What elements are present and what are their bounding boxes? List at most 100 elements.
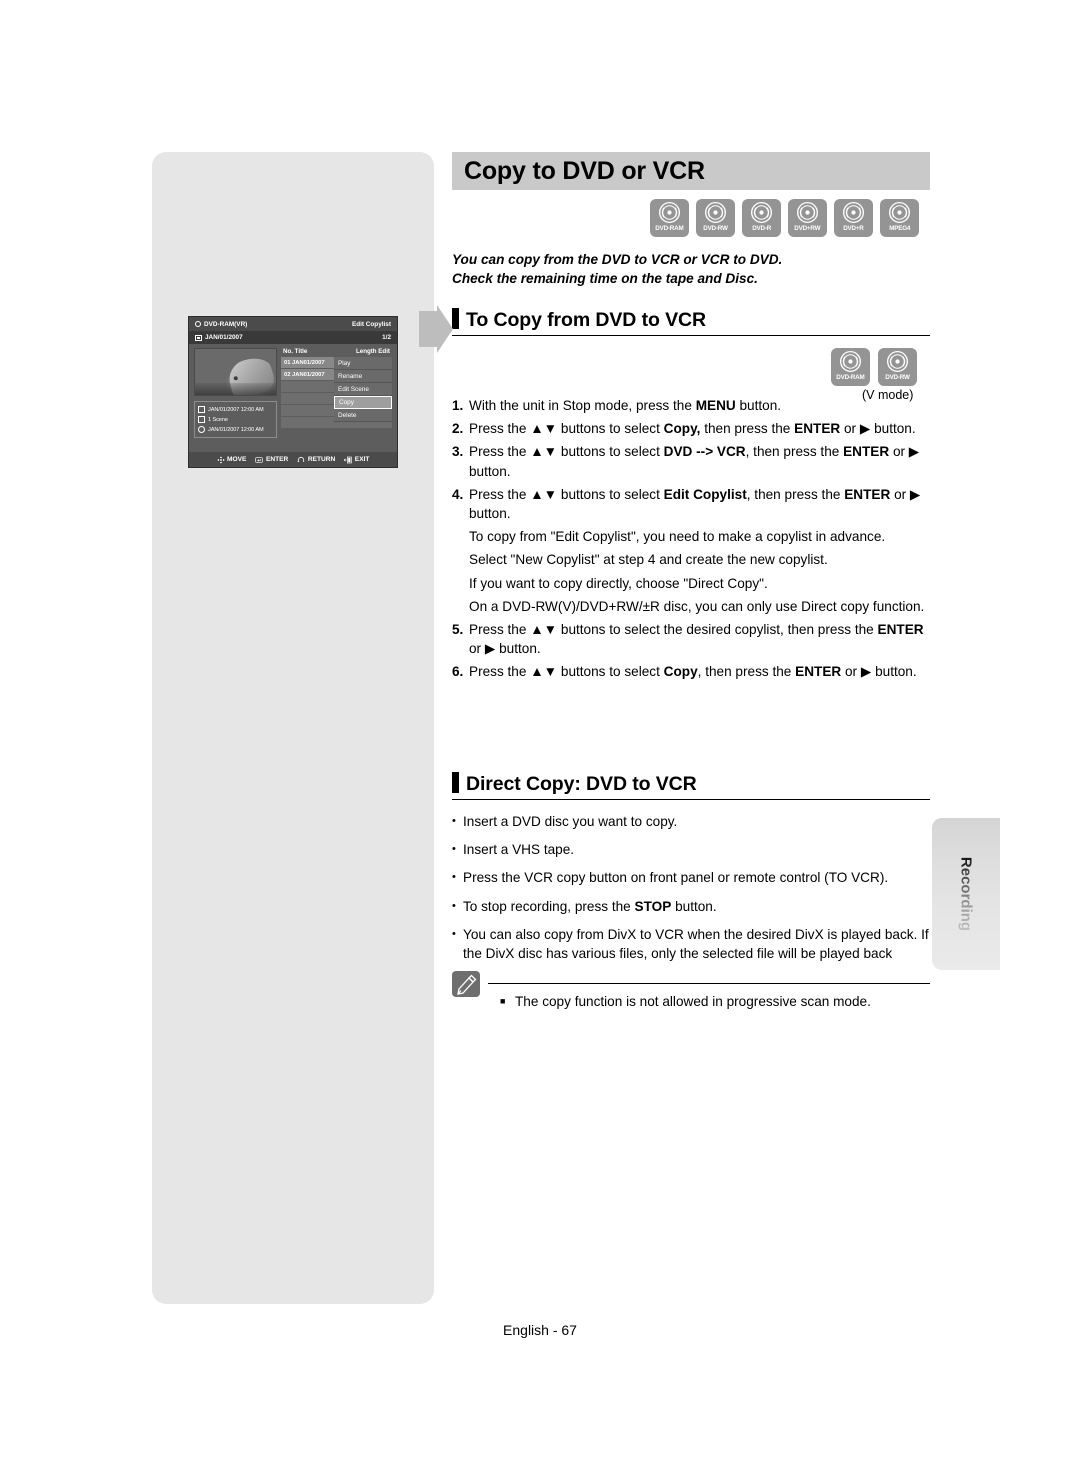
disc-label: MPEG4 [889,225,910,232]
osd-body: JAN/01/2007 12:00 AM 1 Scene JAN/01/2007 1… [189,344,397,454]
thumbnail-image [194,348,277,396]
procedure-step: 6. Press the ▲▼ buttons to select Copy, t… [452,662,932,681]
step-number: 4. [452,486,464,502]
osd-list-column: No. Title Length Edit 01 JAN01/2007 02 JA… [281,348,392,454]
osd-info-text: JAN/01/2007 12:00 AM [208,426,264,433]
note-item: ■ The copy function is not allowed in pr… [500,992,930,1011]
heading-rule [452,335,930,336]
osd-info-row: JAN/01/2007 12:00 AM [198,425,273,435]
bullet-item: • Insert a DVD disc you want to copy. [452,812,932,831]
disc-icon [195,321,201,327]
osd-mode-title: Edit Copylist [351,320,391,328]
bullet-dot-icon: • [452,843,456,856]
osd-menu-item-copy[interactable]: Copy [334,396,392,409]
step-explanation: Select "New Copylist" at step 4 and crea… [469,552,828,568]
disc-label: DVD-RW [703,225,728,232]
bullet-text: You can also copy from DivX to VCR when … [463,926,929,962]
bullet-text: Press the VCR copy button on front panel… [463,870,889,886]
osd-key-label: EXIT [354,456,370,463]
step-text: Press the ▲▼ buttons to select Copy, the… [469,421,916,437]
heading-marker [452,772,459,793]
page-title-bar: Copy to DVD or VCR [452,152,930,190]
disc-label: DVD-R [752,225,771,232]
step-text: Press the ▲▼ buttons to select DVD --> V… [469,444,920,479]
heading-marker [452,308,459,329]
procedure-step: 2. Press the ▲▼ buttons to select Copy, t… [452,419,932,438]
disc-label: DVD-RAM [836,374,865,381]
calendar-icon [198,406,205,413]
bullet-dot-icon: • [452,815,456,827]
osd-menu-item-rename[interactable]: Rename [334,370,392,383]
osd-info-row: 1 Scene [198,415,273,425]
osd-key-label: MOVE [227,456,247,463]
osd-col-left: No. Title [283,348,308,355]
dvd-ram-icon: DVD-RAM [650,199,689,237]
step-number: 1. [452,398,464,413]
disc-compatibility-row: DVD-RAM DVD-RW DVD-R DVD+RW DVD+R MPEG4 [650,199,919,237]
side-tab-label: Recording [957,856,975,932]
intro-line-1: You can copy from the DVD to VCR or VCR … [452,252,783,267]
bullet-item: • Insert a VHS tape. [452,840,932,859]
osd-key-label: RETURN [307,456,336,463]
step-text: With the unit in Stop mode, press the ME… [469,398,782,413]
tape-icon [195,334,202,341]
osd-menu-item-edit-scene[interactable]: Edit Scene [334,383,392,396]
osd-date-bar: JAN/01/2007 1/2 [189,331,397,344]
page-title: Copy to DVD or VCR [464,156,705,185]
bullet-item: • To stop recording, press the STOP butto… [452,897,932,916]
page-footer: English - 67 [503,1322,577,1338]
procedure-steps: 1. With the unit in Stop mode, press the … [452,396,932,686]
step-explanation: On a DVD-RW(V)/DVD+RW/±R disc, you can o… [469,598,925,614]
step-number: 5. [452,622,464,638]
bullet-text: Insert a VHS tape. [463,842,575,858]
note-box: ■ The copy function is not allowed in pr… [452,971,930,1011]
bullet-dot-icon: • [452,899,456,912]
procedure-step: 3. Press the ▲▼ buttons to select DVD -->… [452,442,932,480]
intro-line-2: Check the remaining time on the tape and… [452,271,758,286]
step-text: Press the ▲▼ buttons to select Edit Copy… [469,486,921,522]
osd-key-enter: ENTER [255,456,288,464]
step-number: 3. [452,444,464,460]
osd-info-box: JAN/01/2007 12:00 AM 1 Scene JAN/01/2007 1… [194,401,277,438]
step-number: 2. [452,421,464,437]
osd-list-header: No. Title Length Edit [281,348,392,357]
dvd-plus-rw-icon: DVD+RW [788,199,827,237]
section-disc-compatibility-row: DVD-RAM DVD-RW [831,348,917,386]
disc-label: DVD-RAM [655,225,684,232]
osd-page-indicator: 1/2 [382,334,391,341]
step-explanation: If you want to copy directly, choose "Di… [469,575,768,591]
chapter-side-tab: Recording [932,818,1000,970]
procedure-step: 4. Press the ▲▼ buttons to select Edit Co… [452,485,932,523]
arrow-connector-icon [419,305,453,353]
pencil-icon [452,971,480,997]
osd-context-menu[interactable]: Play Rename Edit Scene Copy Delete [334,357,392,422]
dvd-rw-icon: DVD-RW [696,199,735,237]
bullet-text: Insert a DVD disc you want to copy. [463,814,678,829]
heading-rule [452,799,930,800]
osd-menu-item-delete[interactable]: Delete [334,409,392,422]
osd-key-guide: MOVE ENTER RETURN EXIT [189,452,397,467]
osd-top-bar: DVD-RAM(VR) Edit Copylist [189,317,397,331]
osd-info-text: JAN/01/2007 12:00 AM [208,406,264,413]
bullet-dot-icon: • [452,927,456,940]
bullet-item: • Press the VCR copy button on front pane… [452,868,932,887]
intro-text: You can copy from the DVD to VCR or VCR … [452,250,932,288]
osd-key-label: ENTER [265,456,289,463]
osd-info-row: JAN/01/2007 12:00 AM [198,405,273,415]
note-text: The copy function is not allowed in prog… [515,994,871,1009]
note-rule [488,983,930,984]
disc-label: DVD+RW [794,225,821,232]
heading-text: To Copy from DVD to VCR [466,309,706,331]
tv-osd-screenshot: DVD-RAM(VR) Edit Copylist JAN/01/2007 1/… [188,316,398,468]
step-number: 6. [452,664,464,680]
osd-key-move: MOVE [216,455,247,464]
procedure-step: 5. Press the ▲▼ buttons to select the des… [452,620,932,658]
dvd-r-icon: DVD-R [742,199,781,237]
direct-copy-bullets: • Insert a DVD disc you want to copy. • Ins… [452,812,932,972]
osd-disc-type: DVD-RAM(VR) [204,320,248,328]
osd-menu-item-play[interactable]: Play [334,357,392,370]
section-heading-dvd-to-vcr: To Copy from DVD to VCR [452,308,930,336]
disc-label: DVD-RW [885,374,910,381]
osd-date: JAN/01/2007 [205,334,243,341]
bullet-item: • You can also copy from DivX to VCR when… [452,925,932,963]
